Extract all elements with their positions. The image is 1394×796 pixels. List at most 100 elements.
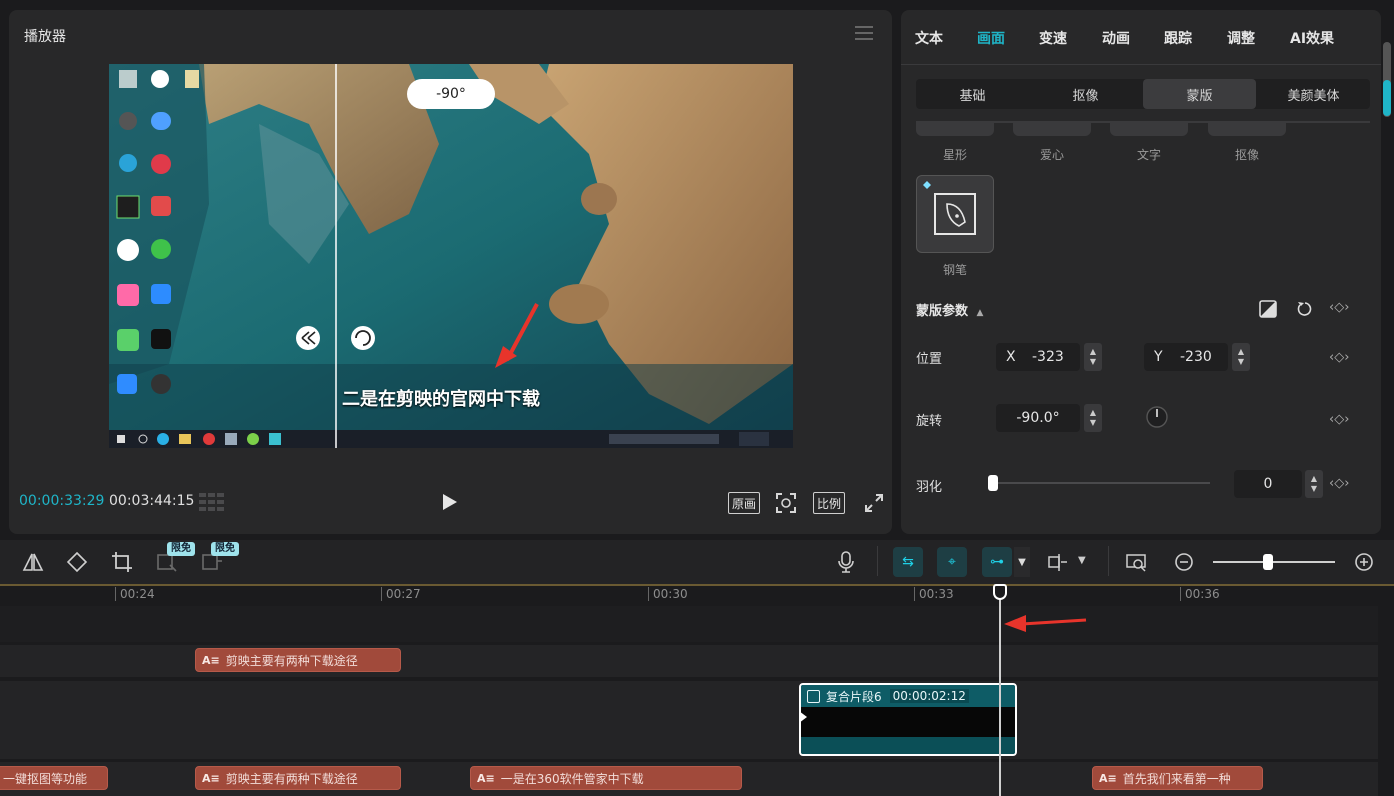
tab-speed[interactable]: 变速 <box>1039 28 1067 48</box>
zoom-in-icon[interactable] <box>1353 551 1375 573</box>
fullscreen-icon[interactable] <box>864 493 884 513</box>
player-panel: 播放器 -90° 二是在剪映的官网中下载 00:00:33:29 00:03:4… <box>9 10 892 534</box>
ruler-tick <box>1180 587 1181 601</box>
feather-stepper[interactable]: ▲ ▼ <box>1305 470 1323 498</box>
auto-snap-icon[interactable]: ⌖ <box>937 547 967 577</box>
rotation-field[interactable]: -90.0° <box>996 404 1080 432</box>
compound-clip[interactable]: 复合片段6 00:00:02:12 <box>799 683 1017 756</box>
original-quality-button[interactable]: 原画 <box>728 492 760 514</box>
properties-panel: 文本 画面 变速 动画 跟踪 调整 AI效果 基础 抠像 蒙版 美颜美体 星形 … <box>901 10 1381 534</box>
aspect-ratio-label: 比例 <box>816 496 841 511</box>
linkage-dropdown-icon[interactable]: ▼ <box>1014 547 1030 577</box>
zoom-out-icon[interactable] <box>1173 551 1195 573</box>
mask-cutout-card[interactable] <box>1208 122 1286 136</box>
mask-text-card[interactable] <box>1110 122 1188 136</box>
ruler-label-3: 00:33 <box>919 587 954 601</box>
preview-axis-dropdown-icon[interactable]: ▼ <box>1078 555 1086 566</box>
zoom-fit-icon[interactable] <box>1126 551 1148 573</box>
feather-slider-thumb[interactable] <box>988 475 998 491</box>
reset-icon[interactable] <box>1296 300 1314 318</box>
feather-field[interactable]: 0 <box>1234 470 1302 498</box>
position-y-field[interactable]: Y -230 <box>1144 343 1228 371</box>
current-timecode: 00:00:33:29 <box>19 493 105 509</box>
tab-tracking[interactable]: 跟踪 <box>1164 28 1192 48</box>
mask-pen-label: 钢笔 <box>942 263 967 277</box>
feather-slider-track[interactable] <box>988 482 1210 484</box>
mask-star-card[interactable] <box>916 122 994 136</box>
rotation-value: -90.0° <box>1016 410 1060 426</box>
video-preview[interactable]: -90° 二是在剪映的官网中下载 <box>109 64 793 448</box>
text-clip-icon: A≡ <box>1099 771 1117 785</box>
position-y-stepper[interactable]: ▲ ▼ <box>1232 343 1250 371</box>
keyframe-nav-rotation[interactable]: ‹◇› <box>1329 412 1349 427</box>
ruler-label-0: 00:24 <box>120 587 155 601</box>
y-label: Y <box>1154 349 1163 365</box>
fit-screen-icon[interactable] <box>775 492 797 514</box>
invert-mask-icon[interactable] <box>1259 300 1277 318</box>
mask-params-heading[interactable]: 蒙版参数 ▲ <box>916 300 983 319</box>
frame-grid-icon[interactable] <box>199 493 225 511</box>
collapse-caret-icon: ▲ <box>976 308 984 318</box>
mask-heart-card[interactable] <box>1013 122 1091 136</box>
feather-label: 羽化 <box>916 480 943 495</box>
text-clip[interactable]: A≡ 剪映主要有两种下载途径 <box>195 648 401 672</box>
tab-picture[interactable]: 画面 <box>977 28 1005 48</box>
properties-scrollbar[interactable] <box>1383 42 1391 117</box>
rotation-dial[interactable] <box>1145 405 1169 429</box>
subtab-bar: 基础 抠像 蒙版 美颜美体 <box>916 79 1370 109</box>
text-clip[interactable]: 一键抠图等功能 <box>0 766 108 790</box>
mask-rotate-handle[interactable] <box>351 326 375 350</box>
subtab-beauty[interactable]: 美颜美体 <box>1257 79 1370 109</box>
track-empty <box>0 606 1378 642</box>
free-badge-2: 限免 <box>211 542 239 556</box>
microphone-icon[interactable] <box>835 551 857 573</box>
subtab-mask[interactable]: 蒙版 <box>1143 79 1256 109</box>
rotation-stepper[interactable]: ▲ ▼ <box>1084 404 1102 432</box>
tab-animation[interactable]: 动画 <box>1102 28 1130 48</box>
zoom-slider-track[interactable] <box>1213 561 1335 563</box>
linkage-icon[interactable]: ⊶ <box>982 547 1012 577</box>
mask-star-label: 星形 <box>942 148 967 162</box>
total-timecode: 00:03:44:15 <box>109 493 195 509</box>
ruler-tick <box>914 587 915 601</box>
text-clip-icon: A≡ <box>202 771 220 785</box>
tab-ai-effects[interactable]: AI效果 <box>1290 28 1334 48</box>
compound-clip-header: 复合片段6 00:00:02:12 <box>801 685 1015 707</box>
subtab-basic[interactable]: 基础 <box>916 79 1029 109</box>
position-x-field[interactable]: X -323 <box>996 343 1080 371</box>
main-video-track <box>0 681 1378 759</box>
mask-pen-card[interactable] <box>916 175 994 253</box>
aspect-ratio-button[interactable]: 比例 <box>813 492 845 514</box>
main-track-magnet-icon[interactable]: ⇆ <box>893 547 923 577</box>
crop-icon[interactable] <box>111 551 133 573</box>
subtab-cutout[interactable]: 抠像 <box>1029 79 1142 109</box>
ruler-label-1: 00:27 <box>386 587 421 601</box>
keyframe-nav-mask[interactable]: ‹◇› <box>1329 300 1349 315</box>
compound-clip-thumbnails <box>801 707 1015 737</box>
toolbar-separator <box>877 546 878 576</box>
playhead-handle[interactable] <box>993 584 1007 600</box>
zoom-slider-thumb[interactable] <box>1263 554 1273 570</box>
preview-axis-icon[interactable] <box>1047 551 1069 573</box>
tab-text[interactable]: 文本 <box>915 28 943 48</box>
position-label: 位置 <box>916 352 943 367</box>
keyframe-nav-position[interactable]: ‹◇› <box>1329 350 1349 365</box>
text-clip-label: 一键抠图等功能 <box>3 771 88 786</box>
keyframe-nav-feather[interactable]: ‹◇› <box>1329 476 1349 491</box>
free-badge-1: 限免 <box>167 542 195 556</box>
rotate-icon[interactable] <box>66 551 88 573</box>
mirror-icon[interactable] <box>22 551 44 573</box>
video-subtitle: 二是在剪映的官网中下载 <box>342 389 540 410</box>
app-window: 播放器 -90° 二是在剪映的官网中下载 00:00:33:29 00:03:4… <box>0 0 1394 796</box>
ruler-tick <box>115 587 116 601</box>
text-clip[interactable]: A≡ 剪映主要有两种下载途径 <box>195 766 401 790</box>
clip-start-marker-icon <box>799 711 807 723</box>
tab-adjust[interactable]: 调整 <box>1227 28 1255 48</box>
position-x-stepper[interactable]: ▲ ▼ <box>1084 343 1102 371</box>
compound-clip-audio <box>801 737 1015 754</box>
player-menu-icon[interactable] <box>855 26 873 40</box>
ruler-label-4: 00:36 <box>1185 587 1220 601</box>
play-icon[interactable] <box>441 492 459 512</box>
text-clip[interactable]: A≡ 首先我们来看第一种 <box>1092 766 1263 790</box>
text-clip[interactable]: A≡ 一是在360软件管家中下载 <box>470 766 742 790</box>
